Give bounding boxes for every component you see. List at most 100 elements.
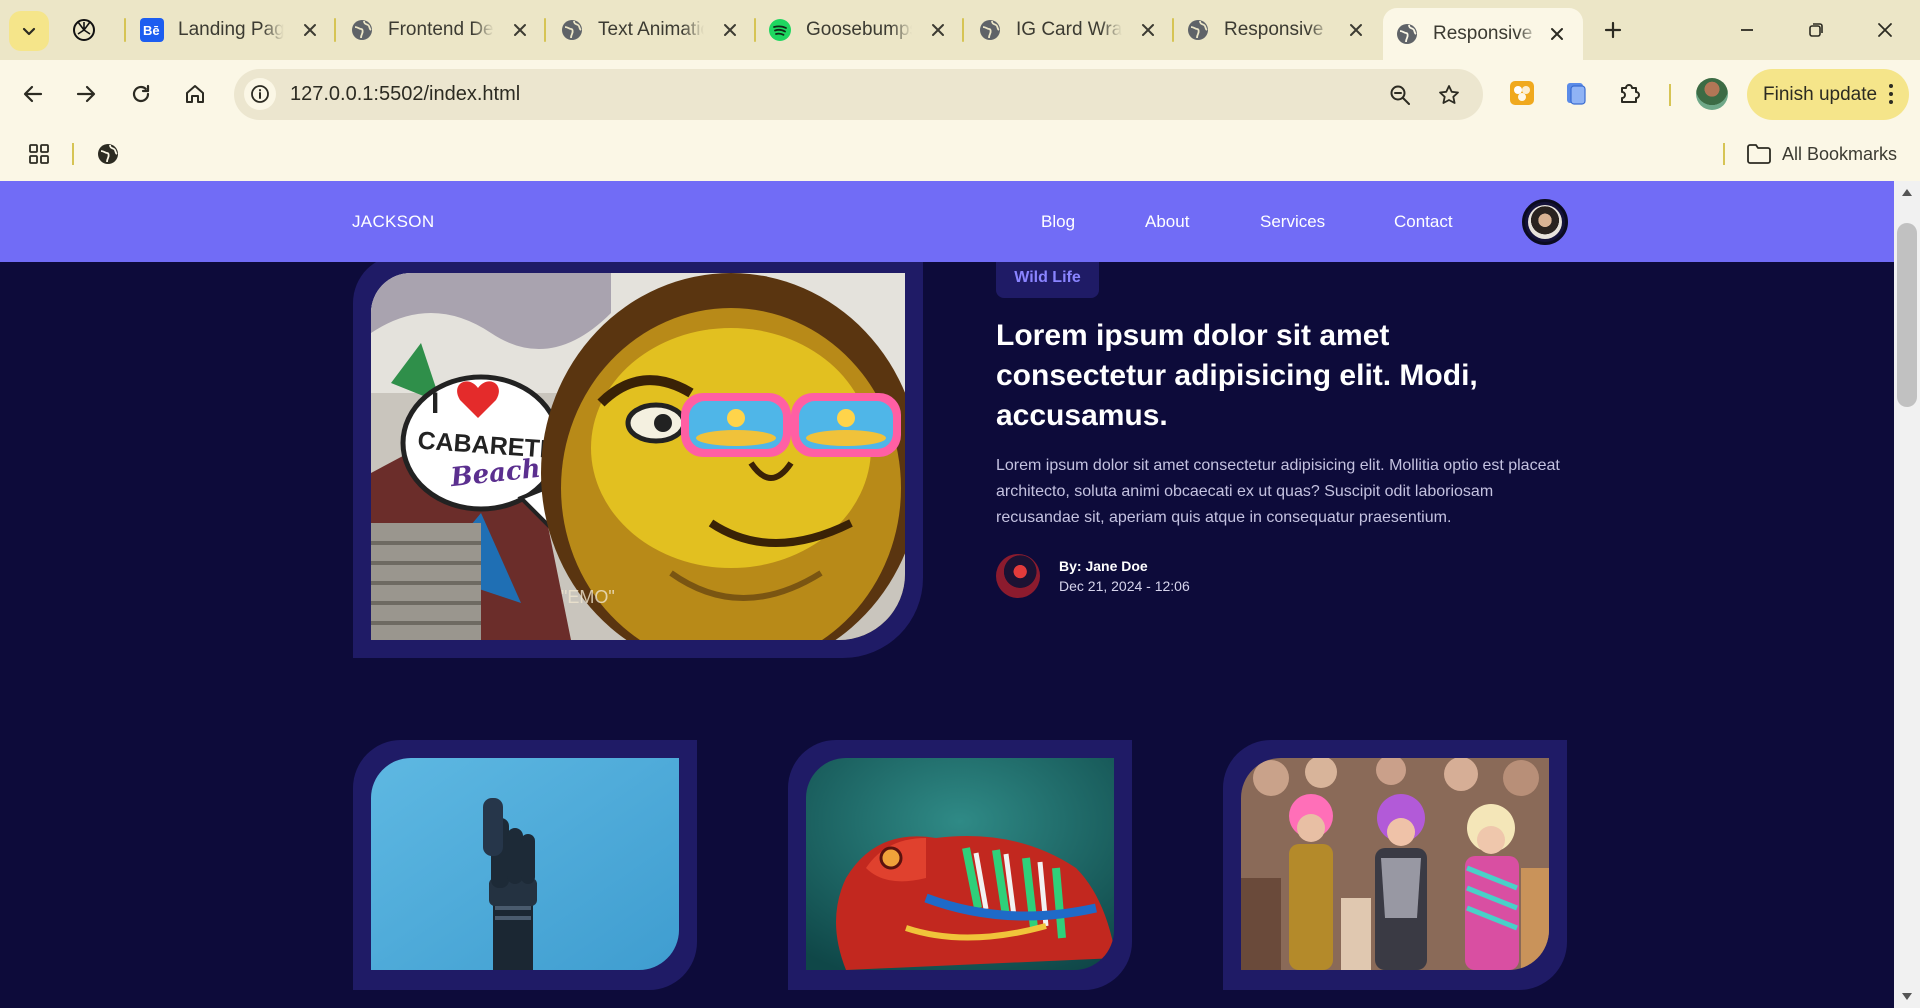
minimize-button[interactable] [1724,10,1770,50]
profile-avatar[interactable] [1696,78,1728,110]
globe-icon [350,18,374,42]
address-bar[interactable]: 127.0.0.1:5502/index.html [234,69,1483,120]
author-avatar [996,554,1040,598]
close-icon[interactable] [1344,18,1368,42]
post-date: Dec 21, 2024 - 12:06 [1059,578,1190,594]
home-button[interactable] [177,76,213,112]
close-icon[interactable] [1136,18,1160,42]
behance-icon: Bē [140,18,164,42]
robotic-hand-image [371,758,679,970]
svg-text:Bē: Bē [143,23,160,38]
globe-icon [560,18,584,42]
bookmarks-separator [72,143,74,165]
site-info-icon[interactable] [244,78,276,110]
tab-search-button[interactable] [9,11,49,51]
folder-icon [1747,144,1771,164]
forward-button[interactable] [68,76,104,112]
new-tab-button[interactable] [1597,14,1629,46]
tab-chatgpt[interactable] [72,10,124,50]
tab-separator [334,18,336,42]
globe-icon[interactable] [93,139,123,169]
tab-title: Text Animatio [598,19,704,40]
chevron-down-icon [22,27,36,36]
post-card[interactable] [788,740,1132,990]
url-text[interactable]: 127.0.0.1:5502/index.html [290,83,520,106]
toolbar-separator [1669,84,1671,106]
openai-icon [72,18,96,42]
extensions-puzzle-icon[interactable] [1613,76,1647,110]
close-icon[interactable] [926,18,950,42]
reload-icon [132,84,150,103]
svg-text:"EMO": "EMO" [561,587,615,607]
user-avatar[interactable] [1522,199,1568,245]
all-bookmarks-button[interactable]: All Bookmarks [1746,139,1897,169]
globe-icon [978,18,1002,42]
nav-link-contact[interactable]: Contact [1394,212,1453,232]
avatar-photo [1528,205,1562,239]
close-window-button[interactable] [1862,10,1908,50]
tab-text-animation[interactable]: Text Animatio [560,10,756,50]
zoom-icon[interactable] [1387,82,1413,108]
finish-update-button[interactable]: Finish update [1747,69,1909,120]
post-card[interactable] [353,740,697,990]
tab-title: Responsive B [1433,23,1539,44]
author-info: By: Jane Doe Dec 21, 2024 - 12:06 [996,553,1190,599]
featured-image[interactable]: I CABARETE Beach "EMO" [371,273,905,640]
minimize-icon [1741,29,1753,31]
globe-icon [1186,18,1210,42]
globe-icon [1395,22,1419,46]
tab-separator [962,18,964,42]
bookmarks-separator [1723,143,1725,165]
spotify-icon [768,18,792,42]
graffiti-monkey-image: I CABARETE Beach "EMO" [371,273,905,640]
featured-image-frame: I CABARETE Beach "EMO" [353,255,923,658]
tab-separator [754,18,756,42]
apps-grid-icon[interactable] [24,139,54,169]
device-mode-icon[interactable] [1559,76,1593,110]
close-icon[interactable] [718,18,742,42]
tab-title: Goosebumps [806,19,912,40]
post-card-image [1241,758,1549,970]
author-name: By: Jane Doe [1059,558,1148,574]
tab-title: IG Card Wrap [1016,19,1122,40]
close-icon[interactable] [1545,22,1569,46]
site-brand[interactable]: JACKSON [352,212,434,232]
star-icon[interactable] [1436,82,1462,108]
scroll-up-arrow-icon[interactable] [1902,189,1912,196]
back-button[interactable] [15,76,51,112]
tab-title: Landing Page [178,19,284,40]
close-icon[interactable] [298,18,322,42]
restore-button[interactable] [1793,10,1839,50]
browser-chrome: Bē Landing Page Frontend Dev Text Animat… [0,0,1920,181]
tab-responsive-d[interactable]: Responsive D [1186,10,1382,50]
browser-toolbar: 127.0.0.1:5502/index.html Finish update [0,60,1920,129]
reload-button[interactable] [123,76,159,112]
nav-link-services[interactable]: Services [1260,212,1325,232]
tab-ig-card-wrap[interactable]: IG Card Wrap [978,10,1174,50]
finish-update-label: Finish update [1763,83,1878,105]
nav-link-about[interactable]: About [1145,212,1189,232]
site-navbar: JACKSON Blog About Services Contact [0,181,1894,262]
nav-link-blog[interactable]: Blog [1041,212,1075,232]
post-card[interactable] [1223,740,1567,990]
tab-responsive-b[interactable]: Responsive B [1383,8,1583,60]
graffiti-text-i: I [431,387,439,420]
scroll-down-arrow-icon[interactable] [1902,993,1912,1000]
post-card-image [371,758,679,970]
tab-frontend-dev[interactable]: Frontend Dev [350,10,546,50]
tab-landing-page[interactable]: Bē Landing Page [140,10,336,50]
all-bookmarks-label: All Bookmarks [1782,143,1898,164]
close-icon[interactable] [508,18,532,42]
tab-strip: Bē Landing Page Frontend Dev Text Animat… [0,0,1920,60]
home-icon [186,85,204,103]
arrow-right-icon [76,85,96,103]
more-vertical-icon [1889,84,1893,104]
tab-title: Responsive D [1224,19,1330,40]
featured-excerpt: Lorem ipsum dolor sit amet consectetur a… [996,457,1560,526]
extension-icon[interactable] [1505,76,1539,110]
scroll-thumb[interactable] [1897,223,1917,407]
page-scrollbar[interactable] [1894,181,1920,1008]
tab-goosebumps[interactable]: Goosebumps [768,10,964,50]
featured-headline[interactable]: Lorem ipsum dolor sit amet consectetur a… [996,316,1536,436]
plus-icon [1604,21,1622,39]
